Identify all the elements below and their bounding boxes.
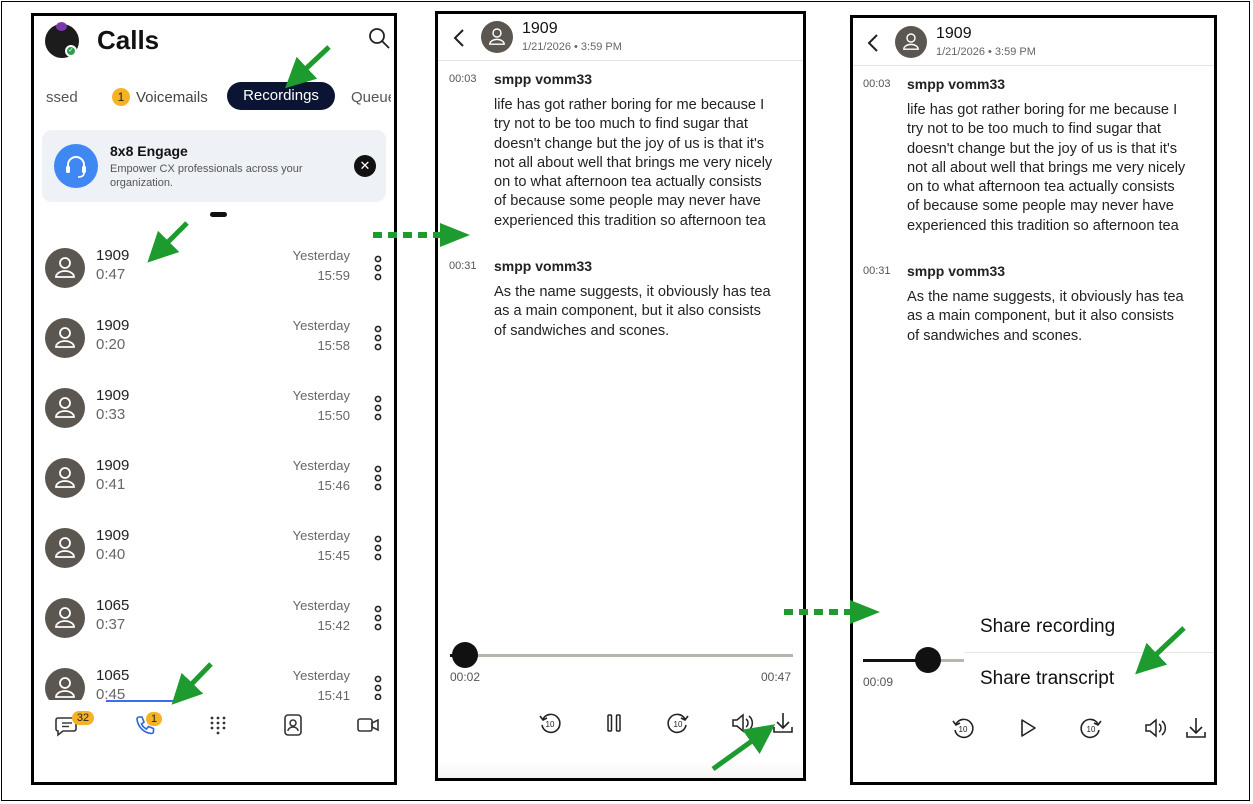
annotation-arrow (285, 45, 331, 89)
annotation-arrow (1135, 626, 1186, 675)
annotation-arrow (147, 221, 189, 263)
flow-arrow (784, 600, 880, 624)
annotation-arrow (171, 662, 213, 705)
flow-arrow (373, 223, 470, 247)
annotation-layer (147, 45, 1186, 772)
annotation-arrow (711, 724, 776, 772)
